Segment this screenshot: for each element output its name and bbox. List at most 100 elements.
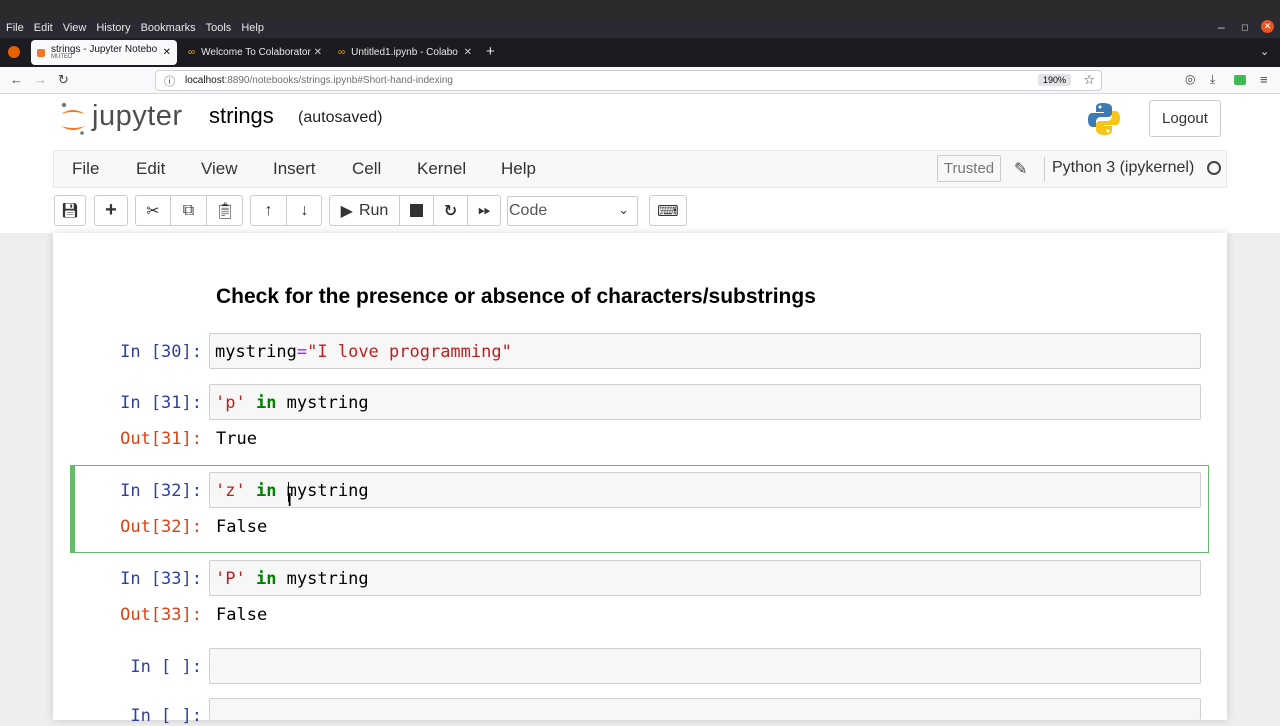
code-token: 'p'	[215, 393, 246, 413]
paste-button[interactable]: 📋︎	[207, 196, 243, 225]
url-path: :8890/notebooks/strings.ipynb#Short-hand…	[224, 75, 453, 86]
save-button[interactable]: 💾︎	[54, 195, 86, 226]
code-token: =	[296, 342, 308, 362]
input-prompt: In [31]:	[120, 393, 202, 413]
menu-bookmarks[interactable]: Bookmarks	[141, 22, 196, 34]
page-info-icon[interactable]: ⓘ	[164, 73, 175, 89]
tab-untitled[interactable]: ∞ Untitled1.ipynb - Colabo ✕	[332, 40, 478, 65]
input-prompt: In [ ]:	[130, 706, 202, 726]
kernel-status-icon	[1207, 161, 1221, 175]
command-palette-button[interactable]: ⌨	[649, 195, 687, 226]
kernel-name[interactable]: Python 3 (ipykernel)	[1052, 159, 1194, 177]
input-prompt: In [ ]:	[130, 657, 202, 677]
move-down-button[interactable]: ↓	[287, 196, 322, 225]
code-line: mystring="I love programming"	[215, 342, 512, 362]
input-prompt: In [32]:	[120, 481, 202, 501]
run-button[interactable]: ▶ Run	[330, 196, 400, 225]
colab-favicon-icon: ∞	[338, 47, 346, 58]
input-prompt: In [30]:	[120, 342, 202, 362]
nb-menu-insert[interactable]: Insert	[273, 159, 316, 179]
nb-menu-cell[interactable]: Cell	[352, 159, 381, 179]
edit-pencil-icon[interactable]: ✎	[1014, 159, 1027, 179]
close-tab-icon[interactable]: ✕	[163, 47, 171, 58]
nb-menu-edit[interactable]: Edit	[136, 159, 165, 179]
nb-menu-kernel[interactable]: Kernel	[417, 159, 466, 179]
move-up-button[interactable]: ↑	[251, 196, 287, 225]
zoom-level-badge[interactable]: 190%	[1037, 74, 1071, 86]
run-button-group: ▶ Run ↻ ⏩︎	[329, 195, 501, 226]
browser-menubar: File Edit View History Bookmarks Tools H…	[0, 18, 1280, 38]
tab-title: Untitled1.ipynb - Colabo	[351, 47, 458, 58]
insert-cell-button[interactable]: +	[94, 195, 128, 226]
close-tab-icon[interactable]: ✕	[314, 47, 322, 58]
menu-file[interactable]: File	[6, 22, 24, 34]
firefox-icon[interactable]	[8, 46, 20, 58]
url-host: localhost	[185, 75, 225, 86]
cell-type-select[interactable]: Code ⌄	[507, 196, 638, 226]
code-token: "I love programming"	[307, 342, 512, 362]
plus-icon: +	[105, 199, 117, 221]
url-bar[interactable]: ⓘ localhost :8890/notebooks/strings.ipyn…	[155, 70, 1102, 91]
code-input-area[interactable]	[209, 648, 1201, 684]
minimize-icon[interactable]: –	[1218, 20, 1225, 34]
menu-history[interactable]: History	[96, 22, 130, 34]
tab-strings[interactable]: strings - Jupyter Notebo MUTED ✕	[31, 40, 177, 65]
app-menu-icon[interactable]: ≡	[1260, 72, 1268, 87]
menu-tools[interactable]: Tools	[206, 22, 232, 34]
cell-output: False	[216, 517, 268, 537]
reload-icon[interactable]: ↻	[58, 72, 69, 88]
colab-favicon-icon: ∞	[188, 47, 196, 58]
ibeam-cursor-icon: I	[287, 490, 293, 511]
tab-muted-label: MUTED	[51, 54, 73, 60]
pocket-icon[interactable]: ◎	[1185, 72, 1195, 86]
cell-output: False	[216, 605, 268, 625]
output-prompt: Out[32]:	[120, 517, 202, 537]
copy-button[interactable]: ⧉	[171, 196, 207, 225]
extension-icon[interactable]	[1234, 75, 1246, 85]
cut-button[interactable]: ✂	[136, 196, 171, 225]
menu-edit[interactable]: Edit	[34, 22, 53, 34]
save-icon: 💾︎	[61, 202, 79, 218]
nb-menu-help[interactable]: Help	[501, 159, 536, 179]
code-token: 'z'	[215, 481, 246, 501]
code-token: mystring	[215, 342, 297, 362]
restart-run-all-button[interactable]: ⏩︎	[468, 196, 501, 225]
jupyter-logo-text: jupyter	[92, 100, 183, 132]
notebook-name[interactable]: strings	[209, 103, 274, 129]
copy-icon: ⧉	[182, 201, 195, 219]
nb-menu-file[interactable]: File	[72, 159, 99, 179]
tab-colaboratory[interactable]: ∞ Welcome To Colaborator ✕	[182, 40, 328, 65]
trusted-badge[interactable]: Trusted	[937, 155, 1001, 182]
back-icon[interactable]: ←	[10, 72, 23, 87]
code-token: mystring	[286, 569, 369, 589]
close-tab-icon[interactable]: ✕	[464, 47, 472, 58]
menu-view[interactable]: View	[63, 22, 87, 34]
interrupt-button[interactable]	[400, 196, 434, 225]
close-window-icon[interactable]: ✕	[1261, 20, 1274, 33]
play-icon: ▶	[340, 202, 353, 220]
paste-icon: 📋︎	[214, 202, 236, 220]
restart-icon: ↻	[443, 202, 458, 220]
cell-output: True	[216, 429, 257, 449]
logout-button[interactable]: Logout	[1149, 100, 1221, 137]
tab-list-icon[interactable]: ⌄	[1260, 45, 1269, 58]
maximize-icon[interactable]: ◻	[1241, 22, 1248, 33]
restart-button[interactable]: ↻	[434, 196, 468, 225]
downloads-icon[interactable]: ⤓	[1210, 72, 1215, 87]
markdown-heading: Check for the presence or absence of cha…	[216, 285, 816, 308]
autosave-status: (autosaved)	[298, 109, 383, 126]
new-tab-icon[interactable]: +	[486, 43, 495, 60]
bookmark-star-icon[interactable]: ☆	[1083, 72, 1095, 88]
code-token: mystring	[286, 481, 369, 501]
forward-icon[interactable]: →	[34, 72, 47, 87]
move-button-group: ↑ ↓	[250, 195, 322, 226]
code-input-area[interactable]	[209, 698, 1201, 720]
edit-button-group: ✂ ⧉ 📋︎	[135, 195, 243, 226]
fast-forward-icon: ⏩︎	[478, 201, 491, 219]
jupyter-logo-icon[interactable]	[58, 102, 88, 136]
code-line: 'P' in mystring	[215, 569, 369, 589]
menu-help[interactable]: Help	[241, 22, 264, 34]
code-token: mystring	[286, 393, 369, 413]
nb-menu-view[interactable]: View	[201, 159, 238, 179]
output-prompt: Out[33]:	[120, 605, 202, 625]
